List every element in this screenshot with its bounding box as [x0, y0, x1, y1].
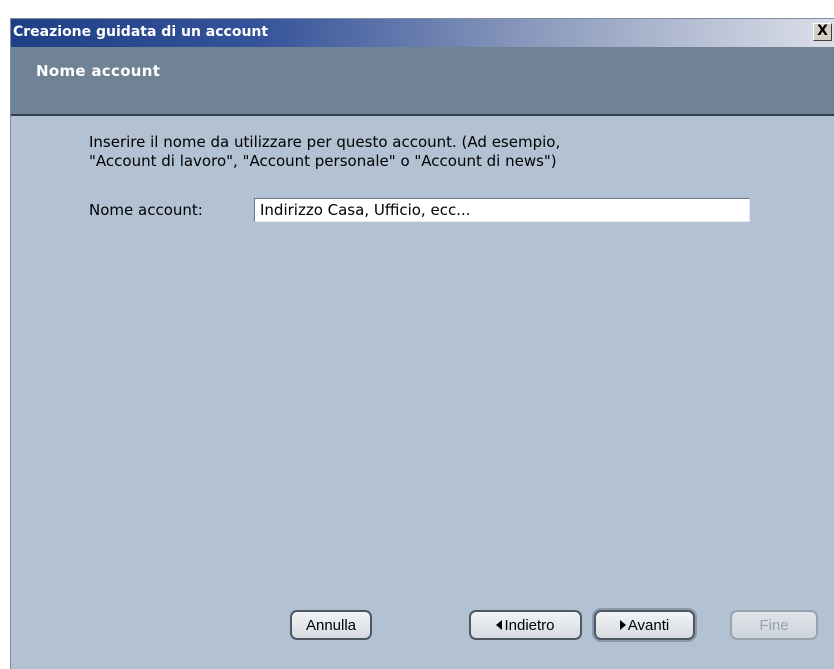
arrow-left-icon	[496, 620, 503, 630]
title-bar[interactable]: Creazione guidata di un account X	[11, 19, 834, 47]
wizard-header: Nome account	[11, 47, 834, 116]
cancel-button-label: Annulla	[305, 616, 357, 634]
close-button[interactable]: X	[813, 23, 832, 41]
finish-button-label: Fine	[759, 616, 789, 634]
description-line-1: Inserire il nome da utilizzare per quest…	[89, 133, 561, 151]
arrow-right-icon	[619, 620, 626, 630]
description-text: Inserire il nome da utilizzare per quest…	[89, 133, 560, 171]
page-title: Nome account	[36, 62, 161, 80]
cancel-button[interactable]: Annulla	[290, 610, 372, 640]
back-button-label: Indietro	[504, 616, 555, 634]
description-line-2: "Account di lavoro", "Account personale"…	[89, 152, 557, 170]
close-icon: X	[817, 23, 828, 39]
next-button[interactable]: Avanti	[594, 610, 695, 640]
back-button[interactable]: Indietro	[469, 610, 582, 640]
account-name-label: Nome account:	[89, 201, 203, 219]
window-title: Creazione guidata di un account	[13, 24, 269, 40]
finish-button[interactable]: Fine	[730, 610, 818, 640]
next-button-label: Avanti	[627, 616, 670, 634]
account-name-input[interactable]	[254, 198, 750, 222]
account-wizard-window: Creazione guidata di un account X Nome a…	[10, 18, 834, 669]
